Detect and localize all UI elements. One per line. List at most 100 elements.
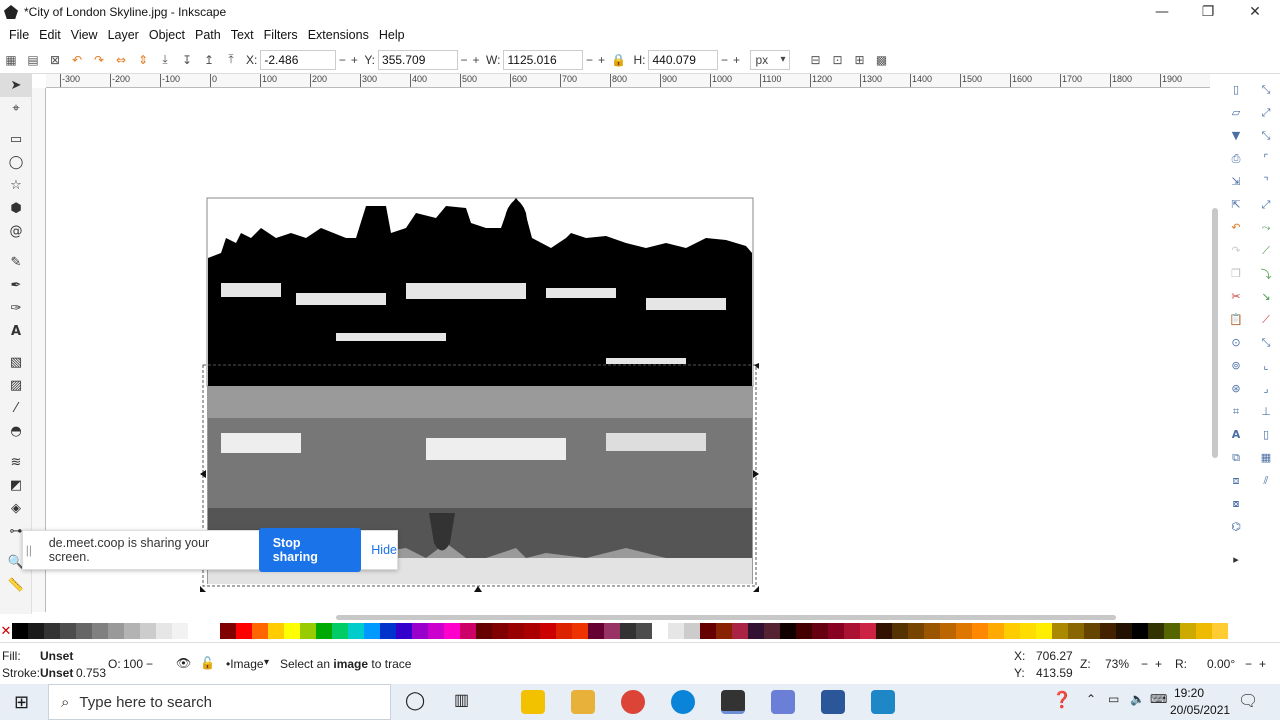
snap-center-icon[interactable]: ⌞ bbox=[1254, 354, 1278, 377]
color-swatch[interactable] bbox=[1148, 623, 1164, 639]
word-icon[interactable] bbox=[821, 690, 845, 714]
color-swatch[interactable] bbox=[1052, 623, 1068, 639]
snap-others-icon[interactable]: ⤡ bbox=[1254, 331, 1278, 354]
minimize-button[interactable]: — bbox=[1139, 0, 1185, 24]
color-swatch[interactable] bbox=[828, 623, 844, 639]
deselect-icon[interactable]: ⊠ bbox=[44, 49, 66, 71]
tweak-tool-icon[interactable]: ≋ bbox=[0, 451, 32, 474]
xml-editor-icon[interactable]: ⌬ bbox=[1224, 515, 1248, 538]
x-input[interactable]: -2.486 bbox=[260, 49, 337, 70]
undo-icon[interactable]: ↶ bbox=[1224, 216, 1248, 239]
sticky-notes-icon[interactable] bbox=[521, 690, 545, 714]
pen-tool-icon[interactable]: ✒ bbox=[0, 274, 32, 297]
color-swatch[interactable] bbox=[796, 623, 812, 639]
color-swatch[interactable] bbox=[396, 623, 412, 639]
snap-smooth-icon[interactable]: ↘ bbox=[1254, 285, 1278, 308]
zoom-drawing-icon[interactable]: ⊚ bbox=[1224, 354, 1248, 377]
spiral-tool-icon[interactable]: @ bbox=[0, 220, 32, 243]
clone-icon[interactable]: ⧈ bbox=[1224, 469, 1248, 492]
menu-text[interactable]: Text bbox=[226, 28, 259, 42]
horizontal-ruler[interactable]: -300 -200 -100 0 100 200 300 400 500 600 700 800 900… bbox=[46, 74, 1210, 88]
snap-guide-icon[interactable]: ⫽ bbox=[1254, 469, 1278, 492]
menu-edit[interactable]: Edit bbox=[34, 28, 66, 42]
lock-icon[interactable]: 🔒 bbox=[607, 49, 629, 71]
color-swatch[interactable] bbox=[924, 623, 940, 639]
color-swatch[interactable] bbox=[652, 623, 668, 639]
new-document-icon[interactable]: ▯ bbox=[1224, 78, 1248, 101]
color-swatch[interactable] bbox=[60, 623, 76, 639]
color-swatch[interactable] bbox=[44, 623, 60, 639]
color-swatch[interactable] bbox=[172, 623, 188, 639]
color-swatch[interactable] bbox=[1084, 623, 1100, 639]
color-swatch[interactable] bbox=[412, 623, 428, 639]
color-swatch[interactable] bbox=[284, 623, 300, 639]
layer-lock-icon[interactable]: 🔓 bbox=[200, 656, 215, 670]
copy-icon[interactable]: ❐ bbox=[1224, 262, 1248, 285]
volume-icon[interactable]: 🔈 bbox=[1130, 692, 1145, 706]
snap-text-baseline-icon[interactable]: ⊥ bbox=[1254, 400, 1278, 423]
w-decrement[interactable]: − bbox=[583, 53, 595, 67]
zoom-width-icon[interactable]: ⌗ bbox=[1224, 400, 1248, 423]
color-swatch[interactable] bbox=[1100, 623, 1116, 639]
menu-path[interactable]: Path bbox=[190, 28, 226, 42]
text-font-icon[interactable]: A bbox=[1224, 423, 1248, 446]
color-swatch[interactable] bbox=[732, 623, 748, 639]
color-swatch[interactable] bbox=[76, 623, 92, 639]
color-swatch[interactable] bbox=[908, 623, 924, 639]
eraser-tool-icon[interactable]: ▨ bbox=[0, 374, 32, 397]
color-swatch[interactable] bbox=[684, 623, 700, 639]
paint-bucket-tool-icon[interactable]: ◓ bbox=[0, 420, 32, 443]
help-icon[interactable]: ❓ bbox=[1052, 690, 1072, 710]
snap-bbox-mid-icon[interactable]: ⌝ bbox=[1254, 170, 1278, 193]
cut-icon[interactable]: ✂ bbox=[1224, 285, 1248, 308]
layer-selector[interactable]: •Image bbox=[226, 657, 264, 671]
rotation-input[interactable]: 0.00° bbox=[1207, 657, 1235, 671]
snap-nodes-icon[interactable]: ⤢ bbox=[1254, 193, 1278, 216]
color-swatch[interactable] bbox=[236, 623, 252, 639]
move-gradients-icon[interactable]: ⊞ bbox=[848, 49, 870, 71]
snap-bbox-corner-icon[interactable]: ⌜ bbox=[1254, 147, 1278, 170]
color-swatch[interactable] bbox=[1004, 623, 1020, 639]
color-swatch[interactable] bbox=[28, 623, 44, 639]
y-decrement[interactable]: − bbox=[458, 53, 470, 67]
color-swatch[interactable] bbox=[1164, 623, 1180, 639]
zoom-decrement[interactable]: − bbox=[1141, 657, 1148, 671]
color-swatch[interactable] bbox=[444, 623, 460, 639]
color-swatch[interactable] bbox=[588, 623, 604, 639]
vertical-scrollbar[interactable] bbox=[1211, 88, 1219, 612]
snap-midpoint-icon[interactable]: ⟋ bbox=[1254, 308, 1278, 331]
color-swatch[interactable] bbox=[860, 623, 876, 639]
color-swatch[interactable] bbox=[204, 623, 220, 639]
w-input[interactable]: 1125.016 bbox=[503, 49, 584, 70]
color-swatch[interactable] bbox=[188, 623, 204, 639]
color-swatch[interactable] bbox=[780, 623, 796, 639]
print-icon[interactable]: ⎙ bbox=[1224, 147, 1248, 170]
rotation-decrement[interactable]: − bbox=[1245, 657, 1252, 671]
color-swatch[interactable] bbox=[556, 623, 572, 639]
maximize-button[interactable]: ❐ bbox=[1185, 0, 1231, 24]
text-tool-icon[interactable]: A bbox=[0, 320, 32, 343]
color-swatch[interactable] bbox=[1068, 623, 1084, 639]
color-swatch[interactable] bbox=[972, 623, 988, 639]
import-icon[interactable]: ⇲ bbox=[1224, 170, 1248, 193]
snap-bbox-icon[interactable]: ⤢ bbox=[1254, 101, 1278, 124]
color-swatch[interactable] bbox=[332, 623, 348, 639]
color-swatch[interactable] bbox=[892, 623, 908, 639]
color-swatch[interactable] bbox=[348, 623, 364, 639]
color-swatch[interactable] bbox=[92, 623, 108, 639]
file-explorer-icon[interactable] bbox=[571, 690, 595, 714]
stroke-width[interactable]: 0.753 bbox=[76, 666, 106, 680]
photos-icon[interactable] bbox=[871, 690, 895, 714]
cortana-icon[interactable]: ◯ bbox=[405, 690, 425, 711]
snap-intersection-icon[interactable]: ⟋ bbox=[1254, 239, 1278, 262]
redo-icon[interactable]: ↷ bbox=[1224, 239, 1248, 262]
color-swatch[interactable] bbox=[812, 623, 828, 639]
color-swatch[interactable] bbox=[716, 623, 732, 639]
color-swatch[interactable] bbox=[844, 623, 860, 639]
color-swatch[interactable] bbox=[748, 623, 764, 639]
horizontal-scroll-thumb[interactable] bbox=[336, 615, 1116, 620]
snap-page-icon[interactable]: ▯ bbox=[1254, 423, 1278, 446]
w-increment[interactable]: + bbox=[595, 53, 607, 67]
color-swatch[interactable] bbox=[700, 623, 716, 639]
menu-extensions[interactable]: Extensions bbox=[303, 28, 374, 42]
